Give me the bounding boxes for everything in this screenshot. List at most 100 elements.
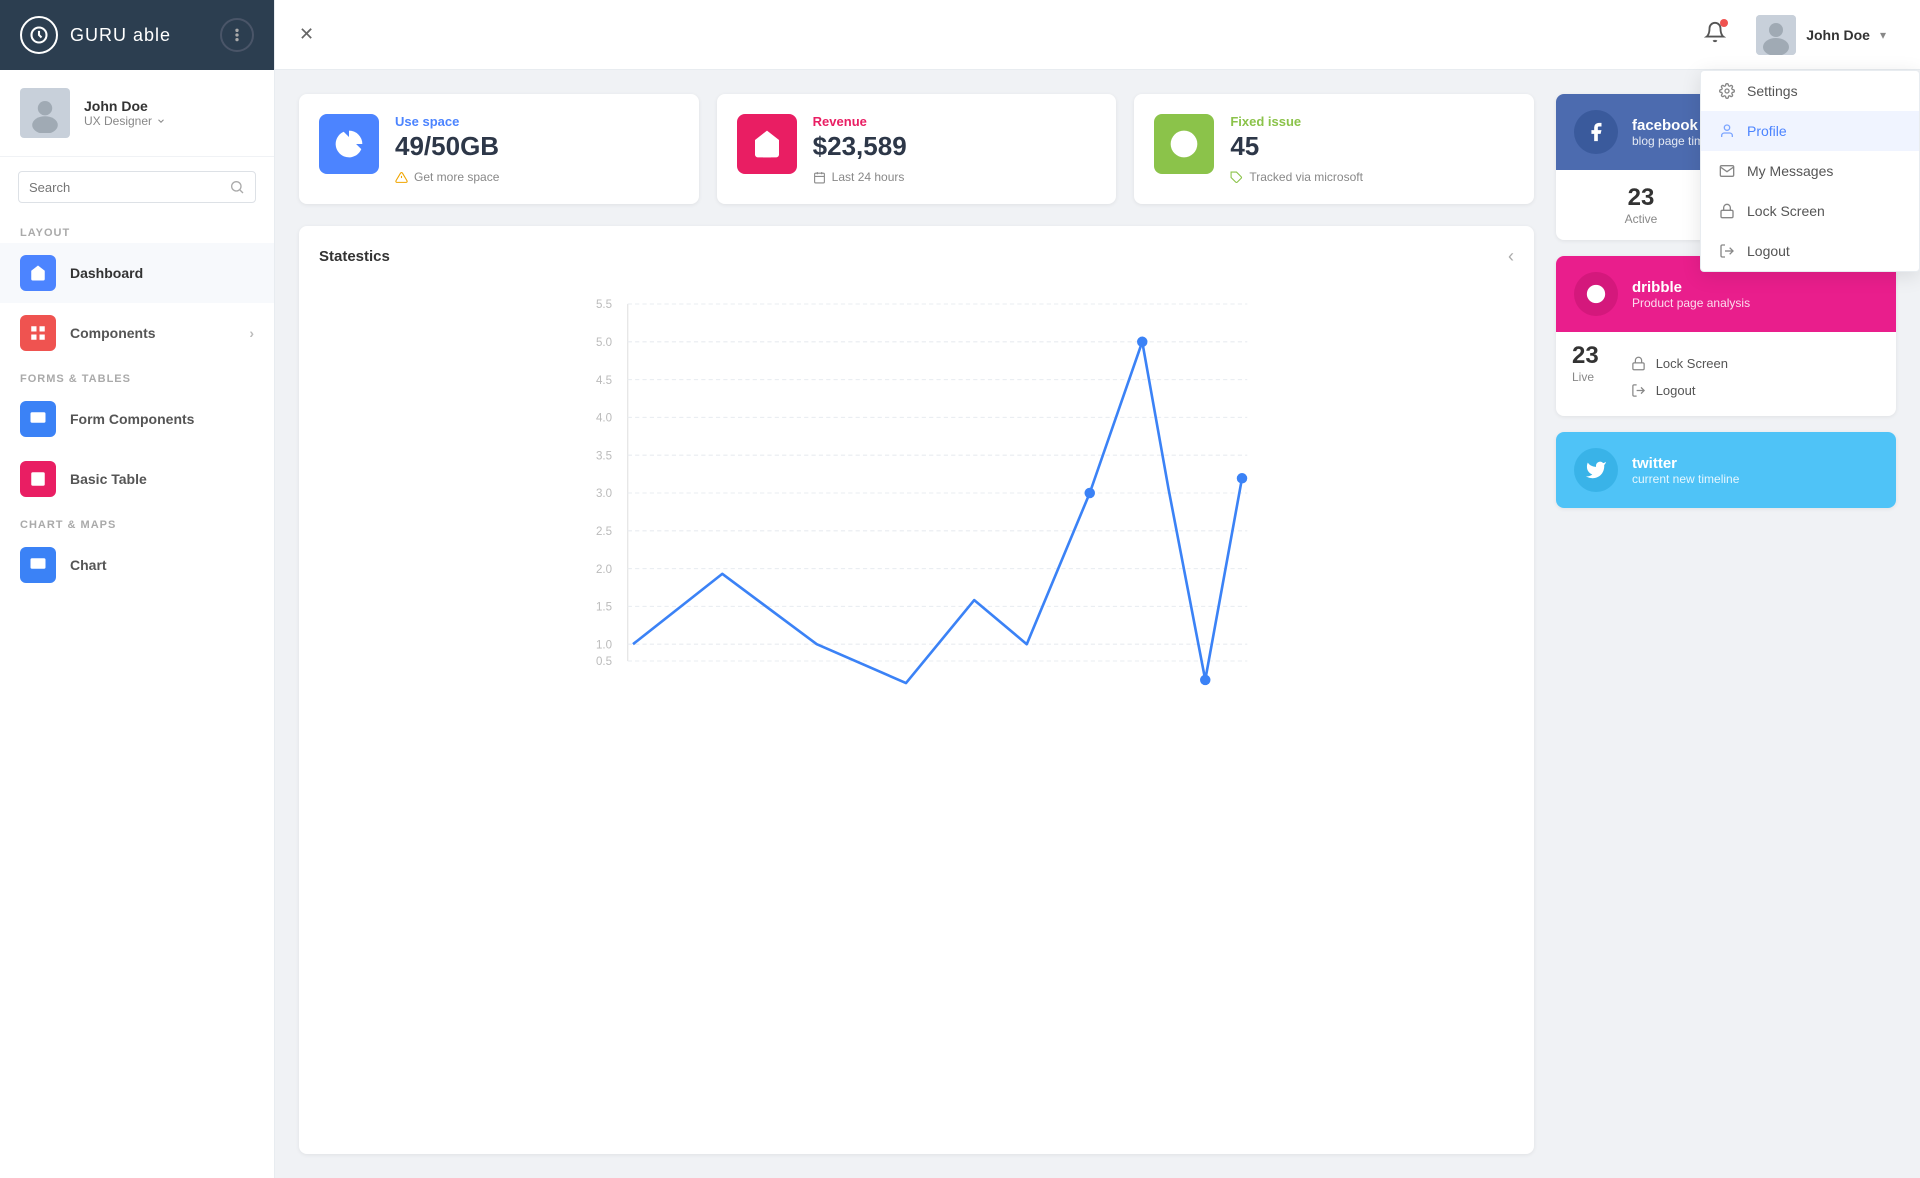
revenue-footer: Last 24 hours	[813, 170, 1097, 184]
notification-dot	[1720, 19, 1728, 27]
use-space-info: Use space 49/50GB Get more space	[395, 114, 679, 184]
use-space-label: Use space	[395, 114, 679, 129]
twitter-icon	[1574, 448, 1618, 492]
dribble-icon	[1574, 272, 1618, 316]
nav-section-layout: Layout	[0, 217, 274, 243]
dropdown-item-profile[interactable]: Profile	[1701, 111, 1919, 151]
dropdown-settings-label: Settings	[1747, 83, 1798, 99]
person-icon	[1719, 123, 1735, 139]
dribble-logout-label: Logout	[1656, 383, 1696, 398]
fixed-issue-info: Fixed issue 45 Tracked via microsoft	[1230, 114, 1514, 184]
fixed-issue-footer: Tracked via microsoft	[1230, 170, 1514, 184]
svg-text:0.5: 0.5	[596, 656, 612, 668]
chart-header: Statestics ‹	[319, 246, 1514, 267]
chart-title: Statestics	[319, 248, 390, 265]
sidebar-item-label-basic-table: Basic Table	[70, 471, 147, 487]
sidebar-item-label-chart: Chart	[70, 557, 107, 573]
dropdown-item-settings[interactable]: Settings	[1701, 71, 1919, 111]
user-avatar	[1756, 15, 1796, 55]
profile-role[interactable]: UX Designer	[84, 114, 254, 128]
dribble-card: dribble Product page analysis 23 Live Lo…	[1556, 256, 1896, 416]
fixed-issue-value: 45	[1230, 131, 1514, 162]
nav-section-forms: Forms & Tables	[0, 363, 274, 389]
dribble-body: 23 Live Lock Screen Logout	[1556, 332, 1896, 416]
fixed-issue-icon	[1154, 114, 1214, 174]
svg-text:2.5: 2.5	[596, 526, 612, 538]
avatar	[20, 88, 70, 138]
fixed-issue-label: Fixed issue	[1230, 114, 1514, 129]
dribble-logout-item[interactable]: Logout	[1631, 377, 1880, 404]
lock-list-icon	[1631, 356, 1646, 371]
svg-text:2.0: 2.0	[596, 564, 612, 576]
sidebar-item-form-components[interactable]: Form Components	[0, 389, 274, 449]
close-icon[interactable]: ✕	[299, 24, 314, 45]
dropdown-item-messages[interactable]: My Messages	[1701, 151, 1919, 191]
dribble-live-section: 23 Live	[1556, 342, 1615, 396]
twitter-sub-label: current new timeline	[1632, 472, 1739, 486]
calendar-icon	[813, 171, 826, 184]
lock-icon	[1719, 203, 1735, 219]
content-left: Use space 49/50GB Get more space Rev	[299, 94, 1534, 1154]
gear-icon	[1719, 83, 1735, 99]
dropdown-profile-label: Profile	[1747, 123, 1787, 139]
notification-bell-icon[interactable]	[1704, 21, 1726, 48]
logout-icon	[1719, 243, 1735, 259]
facebook-icon	[1574, 110, 1618, 154]
components-nav-icon	[20, 315, 56, 351]
dropdown-logout-label: Logout	[1747, 243, 1790, 259]
sidebar-item-dashboard[interactable]: Dashboard	[0, 243, 274, 303]
menu-toggle-button[interactable]	[220, 18, 254, 52]
basic-table-nav-icon	[20, 461, 56, 497]
dropdown-item-lock[interactable]: Lock Screen	[1701, 191, 1919, 231]
svg-text:4.5: 4.5	[596, 375, 612, 387]
profile-info: John Doe UX Designer	[84, 98, 254, 128]
svg-text:1.5: 1.5	[596, 602, 612, 614]
main-content: ✕ John Doe ▾	[275, 0, 1920, 1178]
revenue-value: $23,589	[813, 131, 1097, 162]
stat-card-revenue: Revenue $23,589 Last 24 hours	[717, 94, 1117, 204]
envelope-icon	[1719, 163, 1735, 179]
user-chevron-icon: ▾	[1880, 28, 1886, 42]
sidebar-profile: John Doe UX Designer	[0, 70, 274, 157]
topbar-right: John Doe ▾	[1704, 9, 1896, 61]
revenue-icon	[737, 114, 797, 174]
search-input[interactable]	[29, 180, 229, 195]
svg-text:1.0: 1.0	[596, 639, 612, 651]
svg-text:4.0: 4.0	[596, 413, 612, 425]
chart-collapse-icon[interactable]: ‹	[1508, 246, 1514, 267]
stat-cards-row: Use space 49/50GB Get more space Rev	[299, 94, 1534, 204]
user-profile-button[interactable]: John Doe ▾	[1746, 9, 1896, 61]
dribble-live-label: Live	[1572, 370, 1599, 384]
sidebar-item-label-dashboard: Dashboard	[70, 265, 143, 281]
dribble-platform-name: dribble	[1632, 279, 1750, 296]
logo-icon	[20, 16, 58, 54]
dribble-sub-label: Product page analysis	[1632, 296, 1750, 310]
user-dropdown-menu: Settings Profile My Messages Lock Screen	[1700, 70, 1920, 272]
warning-icon	[395, 171, 408, 184]
dribble-list: Lock Screen Logout	[1615, 342, 1896, 416]
logout-list-icon	[1631, 383, 1646, 398]
revenue-label: Revenue	[813, 114, 1097, 129]
dropdown-item-logout[interactable]: Logout	[1701, 231, 1919, 271]
sidebar: GURU able John Doe UX Designer	[0, 0, 275, 1178]
dribble-live-num: 23	[1572, 342, 1599, 370]
topbar: ✕ John Doe ▾	[275, 0, 1920, 70]
twitter-card: twitter current new timeline	[1556, 432, 1896, 508]
dribble-lock-label: Lock Screen	[1656, 356, 1728, 371]
twitter-card-header: twitter current new timeline	[1556, 432, 1896, 508]
sidebar-item-components[interactable]: Components ›	[0, 303, 274, 363]
search-icon	[229, 179, 245, 195]
svg-text:5.0: 5.0	[596, 337, 612, 349]
use-space-value: 49/50GB	[395, 131, 679, 162]
use-space-icon	[319, 114, 379, 174]
dribble-lock-item[interactable]: Lock Screen	[1631, 350, 1880, 377]
sidebar-item-basic-table[interactable]: Basic Table	[0, 449, 274, 509]
stat-card-fixed-issue: Fixed issue 45 Tracked via microsoft	[1134, 94, 1534, 204]
search-box	[18, 171, 256, 203]
statistics-chart: .grid-line { stroke: #e8ecf0; stroke-wid…	[319, 283, 1514, 703]
dropdown-messages-label: My Messages	[1747, 163, 1833, 179]
dropdown-lock-label: Lock Screen	[1747, 203, 1825, 219]
user-name-label: John Doe	[1806, 27, 1870, 43]
svg-text:5.5: 5.5	[596, 299, 612, 311]
sidebar-item-chart[interactable]: Chart	[0, 535, 274, 595]
